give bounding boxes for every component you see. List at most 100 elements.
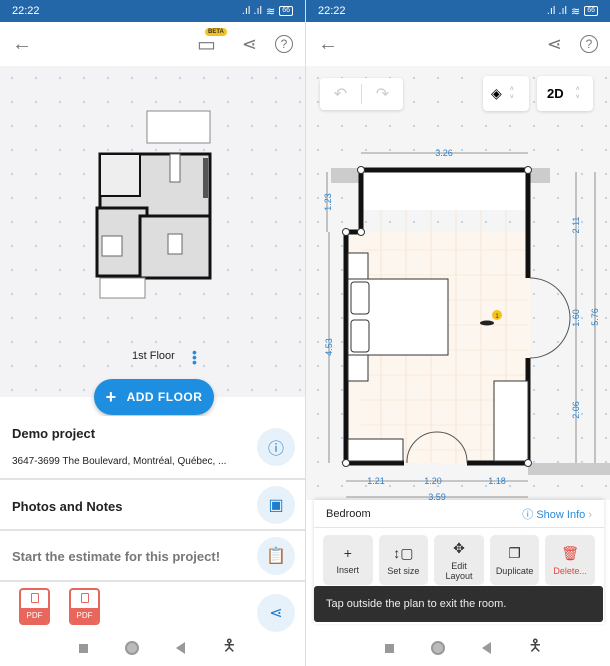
view-mode-label: 2D — [547, 86, 564, 101]
system-nav-bar: 🯅 — [0, 630, 305, 666]
wifi-icon: ≋ — [265, 5, 276, 18]
resize-icon: ↕▢ — [393, 544, 414, 561]
dim-bottom-door: 1.20 — [424, 476, 442, 486]
layers-selector[interactable]: ◈ ˄ ˅ — [483, 76, 529, 111]
duplicate-button[interactable]: ❐ Duplicate — [489, 535, 540, 585]
chevron-right-icon: › — [588, 508, 592, 521]
share-icon[interactable]: ⋖ — [242, 34, 257, 55]
photos-notes-card[interactable]: Photos and Notes ▣ — [0, 480, 305, 531]
copy-icon: ❐ — [508, 544, 521, 561]
delete-label: Delete... — [553, 565, 587, 576]
set-size-label: Set size — [387, 565, 420, 576]
insert-button[interactable]: + Insert — [323, 535, 373, 585]
pdf-export-button[interactable]: PDF — [19, 588, 50, 625]
pdf-label: PDF — [21, 608, 48, 623]
comment-icon: ▭ — [197, 33, 216, 56]
home-button[interactable] — [124, 641, 139, 655]
signal-icon: .ıl .ıl — [546, 5, 567, 17]
image-icon[interactable]: ▣ — [257, 486, 295, 524]
edit-layout-button[interactable]: ✥ Edit Layout — [434, 535, 484, 585]
delete-button[interactable]: 🗑 Delete... — [545, 535, 595, 585]
pdf-label: PDF — [71, 608, 98, 623]
battery-icon: 66 — [279, 6, 293, 16]
dim-right-upper: 2.11 — [571, 217, 581, 234]
plus-icon: + — [105, 386, 117, 407]
dim-right-total: 5.76 — [590, 308, 600, 326]
add-floor-label: ADD FLOOR — [126, 390, 203, 404]
estimate-clipboard-icon[interactable]: 📋 — [257, 537, 295, 575]
status-time: 22:22 — [12, 5, 40, 17]
battery-icon: 66 — [584, 6, 598, 16]
plus-icon: + — [343, 545, 352, 561]
feedback-button[interactable]: ▭ BETA — [197, 27, 227, 57]
home-button[interactable] — [430, 641, 445, 655]
project-screen: 22:22 .ıl .ıl ≋ 66 ← ▭ BETA ⋖ ? 1st Floor … — [0, 0, 305, 666]
estimate-label: Start the estimate for this project! — [12, 549, 221, 564]
floor-plan-thumbnail[interactable] — [0, 66, 305, 397]
undo-icon[interactable]: ↶ — [320, 84, 361, 104]
project-info-card[interactable]: Demo project 3647-3699 The Boulevard, Mo… — [0, 416, 305, 480]
beta-badge: BETA — [205, 27, 227, 36]
layers-icon: ◈ — [491, 85, 502, 101]
trash-icon: 🗑 — [561, 544, 580, 561]
help-icon[interactable]: ? — [275, 35, 293, 53]
dim-left-upper: 1.23 — [323, 193, 333, 211]
photos-notes-label: Photos and Notes — [12, 499, 123, 514]
signal-icon: .ıl .ıl — [241, 5, 262, 17]
dim-right-door: 1.60 — [571, 309, 581, 327]
add-floor-button[interactable]: + ADD FLOOR — [94, 379, 214, 415]
accessibility-icon[interactable]: 🯅 — [528, 635, 542, 662]
help-icon[interactable]: ? — [580, 35, 598, 53]
duplicate-label: Duplicate — [495, 565, 534, 576]
show-info-label: Show Info — [536, 508, 586, 521]
document-icon — [31, 593, 39, 603]
pdf-export-button-2[interactable]: PDF — [69, 588, 100, 625]
room-plan[interactable]: 1 3.26 1.23 4.53 2.11 1.60 2.06 5.76 1.2… — [306, 66, 610, 500]
undo-redo-group: ↶ ↷ — [320, 78, 403, 110]
dim-right-lower: 2.06 — [571, 401, 581, 419]
back-button[interactable] — [176, 642, 186, 654]
project-address: 3647-3699 The Boulevard, Montréal, Québe… — [12, 456, 227, 467]
show-info-link[interactable]: ⓘ Show Info › — [522, 506, 592, 522]
status-bar: 22:22 .ıl .ıl ≋ 66 — [0, 0, 305, 22]
edit-layout-label: Edit Layout — [445, 560, 473, 581]
floor-plan-canvas[interactable] — [0, 66, 305, 397]
room-canvas[interactable]: 1 3.26 1.23 4.53 2.11 1.60 2.06 5.76 1.2… — [306, 66, 610, 500]
app-bar: ← ⋖ ? — [306, 22, 610, 66]
room-editor-screen: 22:22 .ıl .ıl ≋ 66 ← ⋖ ? 1 3.26 1.23 4.5… — [305, 0, 610, 666]
dim-bottom-right: 1.18 — [488, 476, 506, 486]
redo-icon[interactable]: ↷ — [362, 84, 403, 104]
recents-button[interactable] — [78, 643, 88, 653]
stepper-icon: ˄ ˅ — [509, 85, 514, 101]
dim-bottom-left: 1.21 — [367, 476, 385, 486]
back-icon[interactable]: ← — [12, 33, 32, 56]
status-time: 22:22 — [318, 5, 346, 17]
project-title: Demo project — [12, 426, 96, 441]
floor-label: 1st Floor — [132, 350, 175, 362]
system-nav-bar: 🯅 — [306, 630, 610, 666]
insert-label: Insert — [336, 565, 360, 575]
dim-bottom-total: 3.59 — [428, 492, 446, 500]
dim-left: 4.53 — [324, 338, 334, 356]
share-icon[interactable]: ⋖ — [547, 34, 562, 55]
toast-message: Tap outside the plan to exit the room. — [314, 586, 603, 622]
floor-menu-icon[interactable]: • • • — [192, 345, 197, 369]
view-mode-selector[interactable]: 2D ˄ ˅ — [537, 76, 593, 111]
dim-top: 3.26 — [435, 148, 453, 158]
stepper-icon: ˄ ˅ — [575, 85, 580, 101]
back-button[interactable] — [482, 642, 492, 654]
furniture-marker — [480, 320, 494, 326]
room-name: Bedroom — [326, 507, 371, 520]
accessibility-icon[interactable]: 🯅 — [222, 635, 236, 662]
estimate-card[interactable]: Start the estimate for this project! 📋 — [0, 531, 305, 582]
status-bar: 22:22 .ıl .ıl ≋ 66 — [306, 0, 610, 22]
move-icon: ✥ — [453, 539, 465, 556]
set-size-button[interactable]: ↕▢ Set size — [378, 535, 429, 585]
document-icon — [81, 593, 89, 603]
recents-button[interactable] — [384, 643, 394, 653]
share-project-icon[interactable]: ⋖ — [257, 594, 295, 632]
wifi-icon: ≋ — [570, 5, 581, 18]
back-icon[interactable]: ← — [318, 33, 338, 56]
info-icon[interactable]: ⓘ — [257, 428, 295, 466]
app-bar: ← ▭ BETA ⋖ ? — [0, 22, 305, 66]
